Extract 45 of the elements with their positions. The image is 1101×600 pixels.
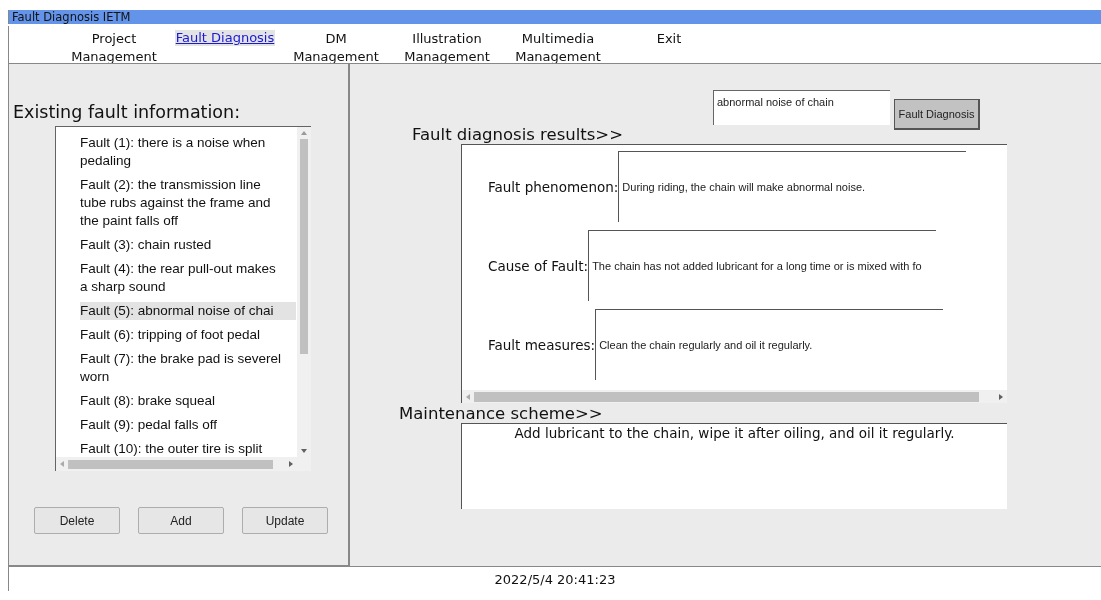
fault-list-item[interactable]: Fault (3): chain rusted: [80, 236, 296, 254]
list-heading: Existing fault information:: [13, 102, 242, 122]
menu-item[interactable]: Illustration Management: [397, 30, 497, 66]
scroll-right-icon[interactable]: [289, 461, 293, 467]
fault-list-item[interactable]: Fault (8): brake squeal: [80, 392, 296, 410]
search-field[interactable]: abnormal noise of chain: [713, 90, 890, 125]
menu-item[interactable]: DM Management: [286, 30, 386, 66]
fault-list-item[interactable]: Fault (6): tripping of foot pedal: [80, 326, 296, 344]
scroll-left-icon[interactable]: [60, 461, 64, 467]
scroll-thumb[interactable]: [68, 459, 273, 469]
scroll-right-icon[interactable]: [999, 393, 1003, 400]
result-field[interactable]: During riding, the chain will make abnormal noise.: [618, 151, 967, 222]
vertical-scrollbar[interactable]: [297, 127, 311, 457]
action-button[interactable]: Delete: [34, 507, 120, 534]
horizontal-scrollbar[interactable]: [56, 457, 297, 471]
fault-list-item[interactable]: Fault (1): there is a noise when pedaling: [80, 134, 296, 170]
action-button[interactable]: Add: [138, 507, 224, 534]
menu-item[interactable]: Exit: [619, 30, 719, 48]
field-label: Cause of Fault:: [488, 257, 589, 274]
scroll-left-icon[interactable]: [466, 393, 470, 400]
menu-item[interactable]: Multimedia Management: [508, 30, 608, 66]
section-heading: Maintenance scheme>>: [399, 404, 603, 423]
date-time: 2022/5/4 20:41:23: [494, 571, 616, 587]
window-title: Fault Diagnosis IETM: [8, 10, 1101, 24]
maintenance-text: Add lubricant to the chain, wipe it after oiling, and oil it regularly.: [461, 423, 1007, 509]
result-field[interactable]: The chain has not added lubricant for a long time or is mixed with fo: [588, 230, 937, 301]
fault-list-item[interactable]: Fault (10): the outer tire is split: [80, 440, 296, 457]
menu-item[interactable]: Project Management: [64, 30, 164, 66]
fault-list-item[interactable]: Fault (2): the transmission line tube rubs against the frame and the paint falls off: [80, 176, 296, 230]
horizontal-scrollbar[interactable]: [462, 390, 1007, 403]
fault-list-item[interactable]: Fault (7): the brake pad is severel worn: [80, 350, 296, 386]
action-button[interactable]: Update: [242, 507, 328, 534]
field-label: Fault measures:: [488, 336, 596, 353]
fault-list-item[interactable]: Fault (4): the rear pull-out makes a sharp sound: [80, 260, 296, 296]
scroll-up-icon[interactable]: [301, 131, 307, 135]
fault-list-item[interactable]: Fault (9): pedal falls off: [80, 416, 296, 434]
field-label: Fault phenomenon:: [488, 178, 619, 195]
section-heading: Fault diagnosis results>>: [412, 125, 623, 144]
scroll-thumb[interactable]: [474, 391, 979, 402]
scroll-down-icon[interactable]: [301, 449, 307, 453]
fault-list-item[interactable]: Fault (5): abnormal noise of chai: [80, 302, 296, 320]
fault-diagnosis-button[interactable]: Fault Diagnosis: [894, 99, 980, 130]
scroll-thumb[interactable]: [300, 139, 308, 354]
menu-item[interactable]: Fault Diagnosis: [175, 30, 275, 46]
result-field[interactable]: Clean the chain regularly and oil it regularly.: [595, 309, 944, 380]
